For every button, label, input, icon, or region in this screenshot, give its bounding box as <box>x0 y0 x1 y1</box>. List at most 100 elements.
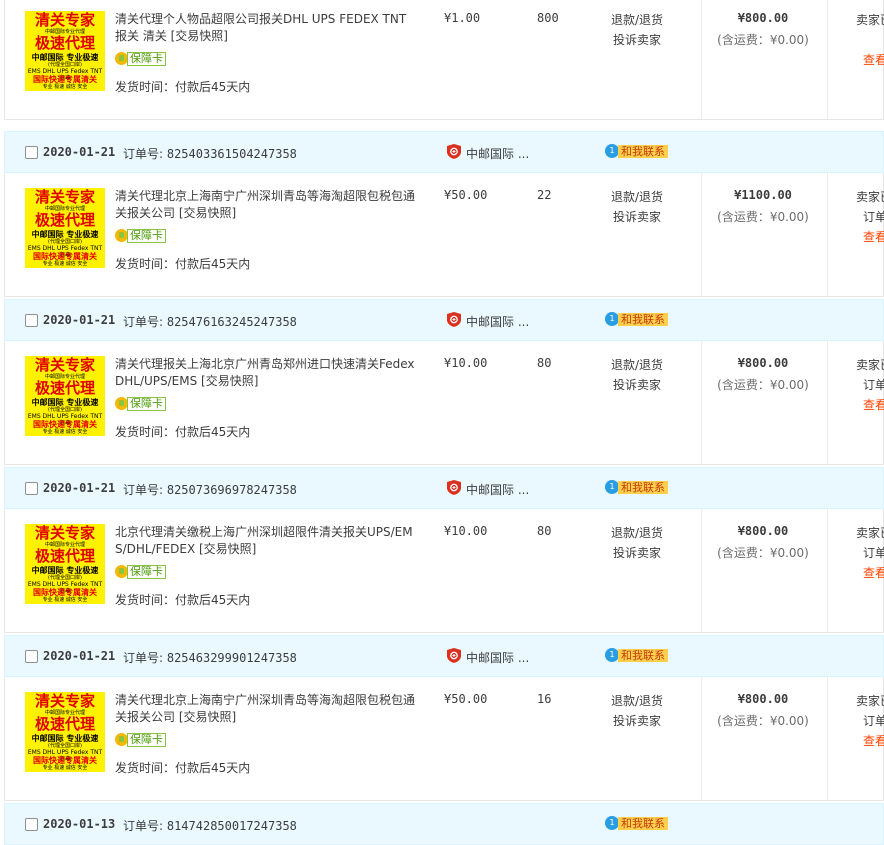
order-checkbox[interactable] <box>25 650 38 663</box>
product-title-link[interactable]: 清关代理报关上海北京广州青岛郑州进口快速清关Fedex DHL/UPS/EMS … <box>115 356 415 390</box>
column-divider <box>827 677 828 800</box>
product-title-link[interactable]: 北京代理清关缴税上海广州深圳超限件清关报关UPS/EMS/DHL/FEDEX [… <box>115 524 415 558</box>
view-logistics-link[interactable]: 查看 <box>863 396 884 413</box>
thumbnail-text: 中邮国际 专业极速 <box>31 230 99 239</box>
order-number-value: 825073696978247358 <box>166 483 297 497</box>
order-date: 2020-01-13 <box>43 817 116 831</box>
unit-price: ¥50.00 <box>444 188 488 202</box>
shipping-fee: (含运费：¥0.00) <box>717 378 809 392</box>
thumbnail-text: 极速代理 <box>34 379 95 397</box>
thumbnail-text: 国际快递专属清关 <box>33 420 97 429</box>
complain-seller-link[interactable]: 投诉卖家 <box>613 376 661 393</box>
thumbnail-text: 中邮国际 专业极速 <box>31 734 99 743</box>
guarantee-label: 保障卡 <box>127 229 166 243</box>
column-divider <box>827 509 828 632</box>
order-total: ¥800.00 <box>737 692 789 706</box>
order-number-label: 订单号: <box>123 819 167 833</box>
view-logistics-link[interactable]: 查看 <box>863 51 884 68</box>
order-date: 2020-01-21 <box>43 313 116 327</box>
order-number-value: 825476163245247358 <box>166 315 297 329</box>
product-title-link[interactable]: 清关代理北京上海南宁广州深圳青岛等海淘超限包税包通关报关公司 [交易快照] <box>115 188 415 222</box>
order-detail-link[interactable]: 订单 <box>863 544 884 561</box>
order-number-value: 825403361504247358 <box>166 147 297 161</box>
order-total: ¥800.00 <box>737 11 789 25</box>
quantity: 16 <box>537 692 552 706</box>
quantity: 22 <box>537 188 552 202</box>
unit-price: ¥1.00 <box>444 11 481 25</box>
product-thumbnail[interactable]: 清关专家 中邮国际专业代理 极速代理 中邮国际 专业极速 (代理全国口岸) EMS DHL… <box>25 524 105 604</box>
order-checkbox[interactable] <box>25 146 38 159</box>
contact-seller-label: 和我联系 <box>618 649 668 662</box>
chat-bubble-icon: 1 <box>605 312 619 326</box>
order-item-row: 清关专家 中邮国际专业代理 极速代理 中邮国际 专业极速 (代理全国口岸) EMS DHL… <box>4 677 884 801</box>
complain-seller-link[interactable]: 投诉卖家 <box>613 208 661 225</box>
complain-seller-link[interactable]: 投诉卖家 <box>613 712 661 729</box>
thumbnail-text: 国际快递专属清关 <box>33 756 97 765</box>
refund-link[interactable]: 退款/退货 <box>611 692 663 709</box>
thumbnail-text: 极速代理 <box>34 715 95 733</box>
order-checkbox[interactable] <box>25 482 38 495</box>
unit-price: ¥10.00 <box>444 356 488 370</box>
refund-link[interactable]: 退款/退货 <box>611 188 663 205</box>
order-header: 2020-01-21 订单号: 825476163245247358 中邮国际 ..… <box>4 299 884 341</box>
order-number-label: 订单号: <box>123 147 167 161</box>
refund-link[interactable]: 退款/退货 <box>611 356 663 373</box>
product-thumbnail[interactable]: 清关专家 中邮国际专业代理 极速代理 中邮国际 专业极速 (代理全国口岸) EMS DHL… <box>25 188 105 268</box>
order-number-value: 825463299901247358 <box>166 651 297 665</box>
shipping-fee: (含运费：¥0.00) <box>717 33 809 47</box>
view-logistics-link[interactable]: 查看 <box>863 732 884 749</box>
quantity: 80 <box>537 524 552 538</box>
ship-time: 发货时间：付款后45天内 <box>115 425 251 439</box>
chat-bubble-icon: 1 <box>605 648 619 662</box>
product-thumbnail[interactable]: 清关专家 中邮国际专业代理 极速代理 中邮国际 专业极速 (代理全国口岸) EMS DHL… <box>25 11 105 91</box>
product-thumbnail[interactable]: 清关专家 中邮国际专业代理 极速代理 中邮国际 专业极速 (代理全国口岸) EMS DHL… <box>25 356 105 436</box>
order-number: 订单号: 825073696978247358 <box>123 481 297 498</box>
guarantee-label: 保障卡 <box>127 733 166 747</box>
view-logistics-link[interactable]: 查看 <box>863 564 884 581</box>
shop-name-link[interactable]: 中邮国际 ... <box>466 649 529 666</box>
order-number: 订单号: 825476163245247358 <box>123 313 297 330</box>
complain-seller-link[interactable]: 投诉卖家 <box>613 31 661 48</box>
refund-link[interactable]: 退款/退货 <box>611 524 663 541</box>
view-logistics-link[interactable]: 查看 <box>863 228 884 245</box>
order-checkbox[interactable] <box>25 818 38 831</box>
column-divider <box>827 0 828 119</box>
thumbnail-text: 专业 极速 诚信 安全 <box>42 261 88 267</box>
thumbnail-text: 极速代理 <box>34 34 95 52</box>
shipping-fee: (含运费：¥0.00) <box>717 210 809 224</box>
thumbnail-text: 中邮国际 专业极速 <box>31 398 99 407</box>
shop-name-link[interactable]: 中邮国际 ... <box>466 313 529 330</box>
order-number: 订单号: 825463299901247358 <box>123 649 297 666</box>
shipping-fee: (含运费：¥0.00) <box>717 714 809 728</box>
shop-shield-icon <box>447 480 461 495</box>
ship-time: 发货时间：付款后45天内 <box>115 80 251 94</box>
order-number-value: 814742850017247358 <box>166 819 297 833</box>
order-number-label: 订单号: <box>123 483 167 497</box>
shop-shield-icon <box>447 144 461 159</box>
order-number: 订单号: 825403361504247358 <box>123 145 297 162</box>
thumbnail-text: 专业 极速 诚信 安全 <box>42 597 88 603</box>
order-item-row: 清关专家 中邮国际专业代理 极速代理 中邮国际 专业极速 (代理全国口岸) EMS DHL… <box>4 173 884 297</box>
order-checkbox[interactable] <box>25 314 38 327</box>
guarantee-label: 保障卡 <box>127 52 166 66</box>
shop-shield-icon <box>447 648 461 663</box>
thumbnail-text: 清关专家 <box>34 692 95 710</box>
chat-bubble-icon: 1 <box>605 816 619 830</box>
order-status: 卖家已 <box>856 13 884 27</box>
shop-name-link[interactable]: 中邮国际 ... <box>466 145 529 162</box>
order-header: 2020-01-21 订单号: 825403361504247358 中邮国际 ..… <box>4 131 884 173</box>
quantity: 800 <box>537 11 559 25</box>
order-detail-link[interactable]: 订单 <box>863 376 884 393</box>
complain-seller-link[interactable]: 投诉卖家 <box>613 544 661 561</box>
order-status: 卖家已 <box>856 190 884 204</box>
product-title-link[interactable]: 清关代理个人物品超限公司报关DHL UPS FEDEX TNT报关 清关 [交易… <box>115 11 415 45</box>
product-thumbnail[interactable]: 清关专家 中邮国际专业代理 极速代理 中邮国际 专业极速 (代理全国口岸) EMS DHL… <box>25 692 105 772</box>
order-detail-link[interactable]: 订单 <box>863 712 884 729</box>
order-header: 2020-01-21 订单号: 825073696978247358 中邮国际 ..… <box>4 467 884 509</box>
order-detail-link[interactable]: 订单 <box>863 208 884 225</box>
shipping-fee: (含运费：¥0.00) <box>717 546 809 560</box>
product-title-link[interactable]: 清关代理北京上海南宁广州深圳青岛等海淘超限包税包通关报关公司 [交易快照] <box>115 692 415 726</box>
refund-link[interactable]: 退款/退货 <box>611 11 663 28</box>
shop-name-link[interactable]: 中邮国际 ... <box>466 481 529 498</box>
order-item-row: 清关专家 中邮国际专业代理 极速代理 中邮国际 专业极速 (代理全国口岸) EMS DHL… <box>4 0 884 120</box>
